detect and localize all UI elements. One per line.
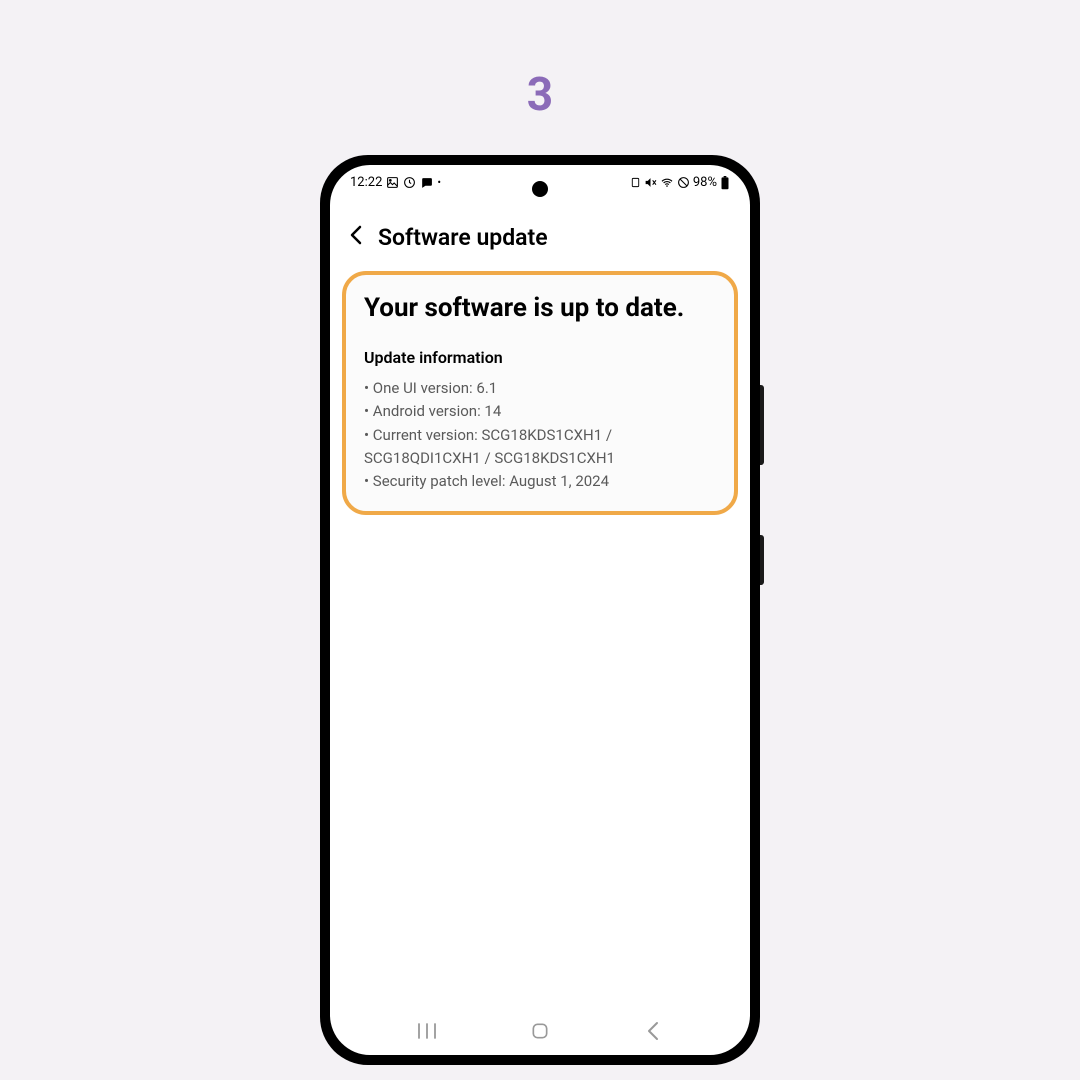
camera-notch [532, 181, 548, 197]
no-signal-icon [677, 176, 690, 189]
update-status-text: Your software is up to date. [364, 291, 716, 326]
battery-percent: 98% [693, 175, 717, 190]
message-icon [420, 176, 433, 189]
home-button[interactable] [528, 1019, 552, 1043]
info-item: Android version: 14 [364, 400, 716, 423]
phone-screen: 12:22 • [330, 165, 750, 1055]
recents-button[interactable] [415, 1019, 439, 1043]
update-info-card: Your software is up to date. Update info… [342, 271, 738, 515]
update-info-title: Update information [364, 348, 716, 367]
wifi-icon [660, 176, 674, 189]
battery-icon [720, 176, 730, 190]
volume-button [760, 385, 764, 465]
page-title: Software update [378, 224, 548, 251]
info-item: Current version: SCG18KDS1CXH1 / SCG18QD… [364, 424, 716, 471]
mute-icon [644, 176, 657, 189]
status-time: 12:22 [350, 175, 382, 190]
nav-back-button[interactable] [641, 1019, 665, 1043]
clock-icon [403, 176, 416, 189]
phone-frame: 12:22 • [320, 155, 760, 1065]
status-left: 12:22 • [350, 175, 441, 190]
gallery-icon [386, 176, 399, 189]
status-right: 98% [630, 175, 730, 190]
back-button[interactable] [350, 225, 362, 251]
battery-card-icon [630, 176, 641, 189]
page-header: Software update [330, 194, 750, 271]
info-item: Security patch level: August 1, 2024 [364, 470, 716, 493]
navigation-bar [330, 1019, 750, 1043]
step-number: 3 [527, 68, 553, 122]
power-button [760, 535, 764, 585]
update-info-list: One UI version: 6.1 Android version: 14 … [364, 377, 716, 493]
more-dot: • [437, 176, 441, 189]
info-item: One UI version: 6.1 [364, 377, 716, 400]
